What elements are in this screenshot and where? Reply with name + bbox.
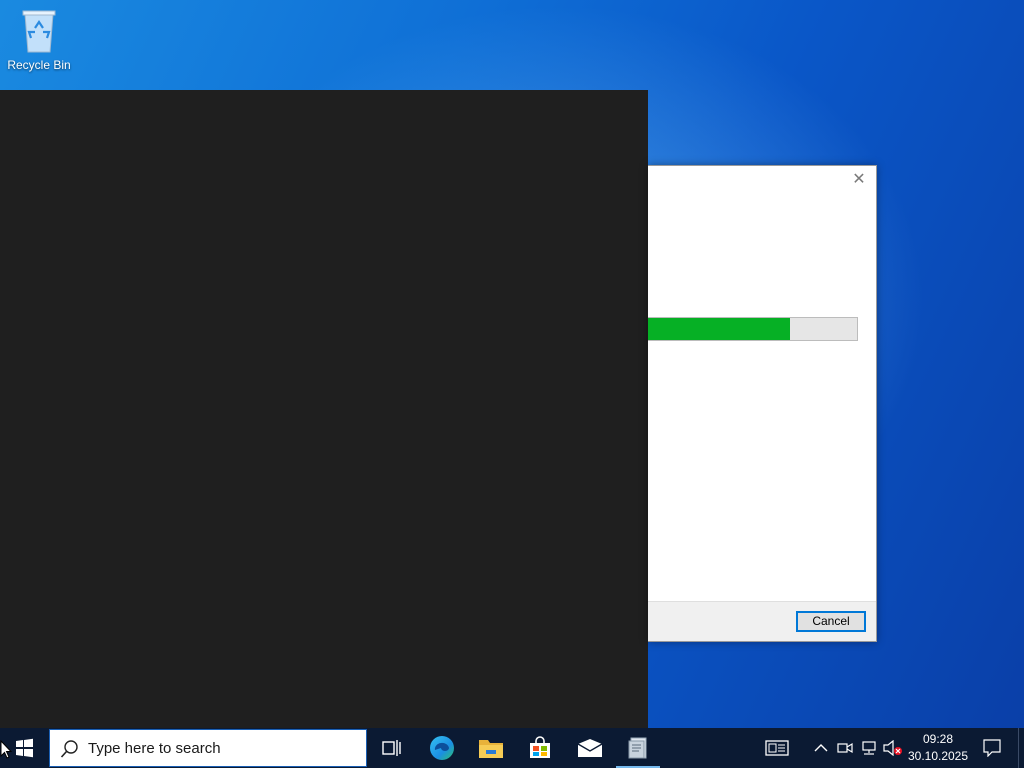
taskbar-installer[interactable] bbox=[614, 728, 662, 768]
store-icon bbox=[530, 736, 550, 758]
clock-time: 09:28 bbox=[922, 732, 954, 746]
show-hidden-icons[interactable] bbox=[810, 728, 832, 768]
recycle-bin-icon bbox=[22, 10, 56, 53]
task-view-icon bbox=[382, 740, 401, 756]
search-icon bbox=[60, 740, 78, 758]
mail-icon bbox=[577, 739, 603, 757]
search-input[interactable] bbox=[88, 738, 348, 758]
taskbar: 09:28 30.10.2025 bbox=[0, 728, 1024, 768]
task-view-button[interactable] bbox=[368, 728, 416, 768]
tray-network[interactable] bbox=[858, 728, 880, 768]
tray-meet[interactable] bbox=[834, 728, 856, 768]
taskbar-mail[interactable] bbox=[566, 728, 614, 768]
cancel-button[interactable]: Cancel bbox=[796, 611, 866, 632]
taskbar-store[interactable] bbox=[516, 728, 564, 768]
desktop: Recycle Bin ✕ Cancel bbox=[0, 0, 1024, 728]
mouse-cursor-icon bbox=[0, 740, 12, 759]
clock-date: 30.10.2025 bbox=[907, 749, 969, 763]
edge-icon bbox=[430, 736, 454, 760]
search-box[interactable] bbox=[49, 729, 367, 767]
console-window[interactable] bbox=[0, 90, 648, 728]
taskbar-edge[interactable] bbox=[418, 728, 466, 768]
progress-fill bbox=[648, 318, 791, 340]
folder-icon bbox=[479, 740, 503, 758]
progress-bar bbox=[648, 317, 858, 341]
news-button[interactable] bbox=[758, 728, 796, 768]
chevron-up-icon bbox=[814, 744, 828, 752]
action-center-button[interactable] bbox=[978, 728, 1006, 768]
taskbar-file-explorer[interactable] bbox=[467, 728, 515, 768]
meet-icon bbox=[837, 742, 853, 754]
news-icon bbox=[765, 740, 789, 756]
taskbar-clock[interactable]: 09:28 30.10.2025 bbox=[900, 731, 976, 765]
installer-icon bbox=[628, 737, 647, 759]
progress-dialog: ✕ Cancel bbox=[648, 165, 877, 642]
close-icon[interactable]: ✕ bbox=[850, 171, 868, 189]
desktop-icon-label: Recycle Bin bbox=[7, 58, 71, 72]
notifications-icon bbox=[983, 739, 1001, 757]
network-icon bbox=[862, 741, 876, 755]
show-desktop-button[interactable] bbox=[1018, 728, 1024, 768]
dialog-footer: Cancel bbox=[648, 601, 876, 641]
desktop-icon-recycle-bin[interactable]: Recycle Bin bbox=[4, 6, 74, 72]
